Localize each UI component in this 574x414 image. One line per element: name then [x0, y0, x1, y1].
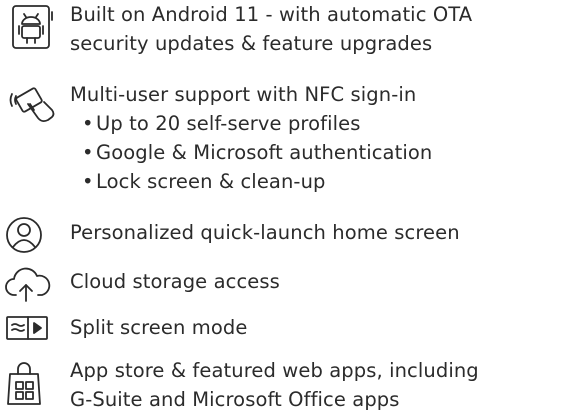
- bullet-item: Google & Microsoft authentication: [70, 138, 432, 167]
- bullet-item: Up to 20 self-serve profiles: [70, 109, 432, 138]
- feature-android: Built on Android 11 - with automatic OTA…: [0, 0, 472, 58]
- feature-split-screen-text: Split screen mode: [70, 313, 247, 342]
- feature-multi-user: Multi-user support with NFC sign-in Up t…: [0, 80, 432, 196]
- feature-line: Cloud storage access: [70, 270, 280, 293]
- bullet-item: Lock screen & clean-up: [70, 167, 432, 196]
- feature-bullets: Up to 20 self-serve profiles Google & Mi…: [70, 109, 432, 196]
- feature-line: G-Suite and Microsoft Office apps: [70, 388, 400, 411]
- feature-split-screen: Split screen mode: [0, 313, 247, 343]
- feature-line: Split screen mode: [70, 316, 248, 339]
- nfc-tap-icon: [0, 80, 70, 138]
- feature-android-text: Built on Android 11 - with automatic OTA…: [70, 0, 472, 58]
- app-store-icon: [0, 356, 70, 412]
- feature-home-screen-text: Personalized quick-launch home screen: [70, 218, 460, 247]
- feature-line: App store & featured web apps, including: [70, 359, 479, 382]
- feature-line: Personalized quick-launch home screen: [70, 221, 460, 244]
- feature-multi-user-text: Multi-user support with NFC sign-in Up t…: [70, 80, 432, 196]
- feature-cloud: Cloud storage access: [0, 267, 280, 303]
- feature-app-store-text: App store & featured web apps, including…: [70, 356, 479, 414]
- cloud-upload-icon: [0, 267, 70, 303]
- feature-home-screen: Personalized quick-launch home screen: [0, 217, 460, 254]
- feature-cloud-text: Cloud storage access: [70, 267, 280, 296]
- user-profile-icon: [0, 217, 70, 254]
- feature-line: Built on Android 11 - with automatic OTA: [70, 3, 473, 26]
- feature-line: security updates & feature upgrades: [70, 32, 433, 55]
- feature-line: Multi-user support with NFC sign-in: [70, 83, 417, 106]
- split-screen-icon: [0, 313, 70, 343]
- feature-app-store: App store & featured web apps, including…: [0, 356, 479, 414]
- android-icon: [0, 0, 70, 58]
